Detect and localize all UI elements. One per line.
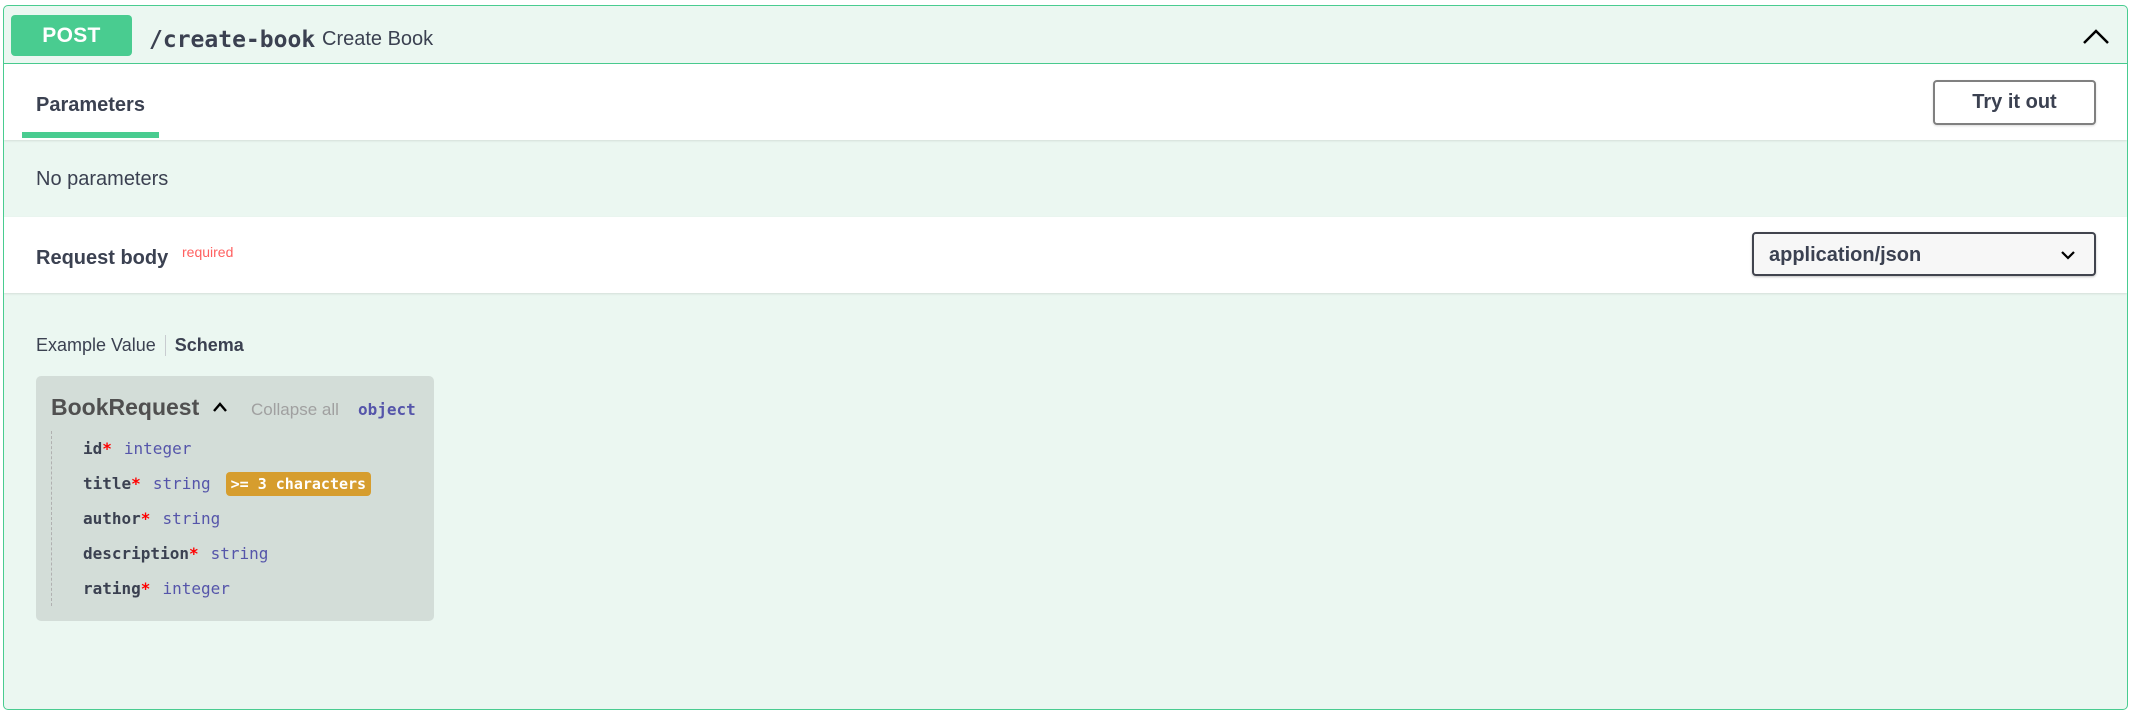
property-row: author * string xyxy=(52,501,371,536)
content-type-value: application/json xyxy=(1769,244,1922,266)
tab-example-value[interactable]: Example Value xyxy=(36,335,166,356)
try-it-out-button[interactable]: Try it out xyxy=(1933,80,2096,125)
property-type: string xyxy=(162,509,221,528)
example-schema-tabs: Example Value Schema xyxy=(36,335,244,356)
property-type: integer xyxy=(123,439,192,458)
tab-parameters[interactable]: Parameters xyxy=(36,94,145,117)
required-marker: * xyxy=(102,439,112,458)
tab-active-indicator xyxy=(22,132,159,138)
request-body-header: Request body required application/json xyxy=(4,217,2127,293)
method-badge: POST xyxy=(11,15,132,56)
collapse-all-button[interactable]: Collapse all xyxy=(251,400,339,420)
model-box: BookRequest Collapse all object id * int… xyxy=(36,376,434,621)
property-type: integer xyxy=(162,579,230,598)
chevron-up-icon[interactable] xyxy=(211,398,229,416)
model-name[interactable]: BookRequest xyxy=(51,394,199,421)
required-marker: * xyxy=(140,509,151,528)
model-type: object xyxy=(358,400,416,419)
chevron-down-icon xyxy=(2061,251,2075,260)
content-type-select[interactable]: application/json xyxy=(1752,232,2096,276)
property-row: title * string >= 3 characters xyxy=(52,466,372,501)
property-row: id * integer xyxy=(52,431,371,466)
property-row: description * string xyxy=(52,536,371,571)
chevron-up-icon[interactable] xyxy=(2080,20,2112,52)
operation-path[interactable]: /create-book xyxy=(149,27,315,53)
property-type: string xyxy=(152,474,211,493)
required-marker: * xyxy=(131,474,141,493)
operation-description: Create Book xyxy=(322,28,434,50)
property-name: rating xyxy=(83,579,141,598)
required-marker: * xyxy=(140,579,151,598)
operation-block-post-create-book: POST /create-book Create Book Parameters… xyxy=(3,5,2128,710)
request-body-title: Request body xyxy=(36,247,169,269)
property-name: description xyxy=(83,544,189,563)
property-constraint-badge: >= 3 characters xyxy=(225,471,372,496)
required-marker: * xyxy=(188,544,199,563)
no-parameters-text: No parameters xyxy=(36,168,169,190)
property-name: title xyxy=(83,474,132,493)
property-row: rating * integer xyxy=(52,571,371,606)
property-name: id xyxy=(83,439,103,458)
tab-schema[interactable]: Schema xyxy=(166,335,244,356)
property-type: string xyxy=(210,544,269,563)
parameters-header: Parameters Try it out xyxy=(4,64,2127,140)
operation-summary[interactable]: POST /create-book Create Book xyxy=(4,6,2127,64)
model-properties: id * integer title * string >= 3 charact… xyxy=(51,431,372,606)
property-name: author xyxy=(83,509,141,528)
required-label: required xyxy=(182,244,234,260)
